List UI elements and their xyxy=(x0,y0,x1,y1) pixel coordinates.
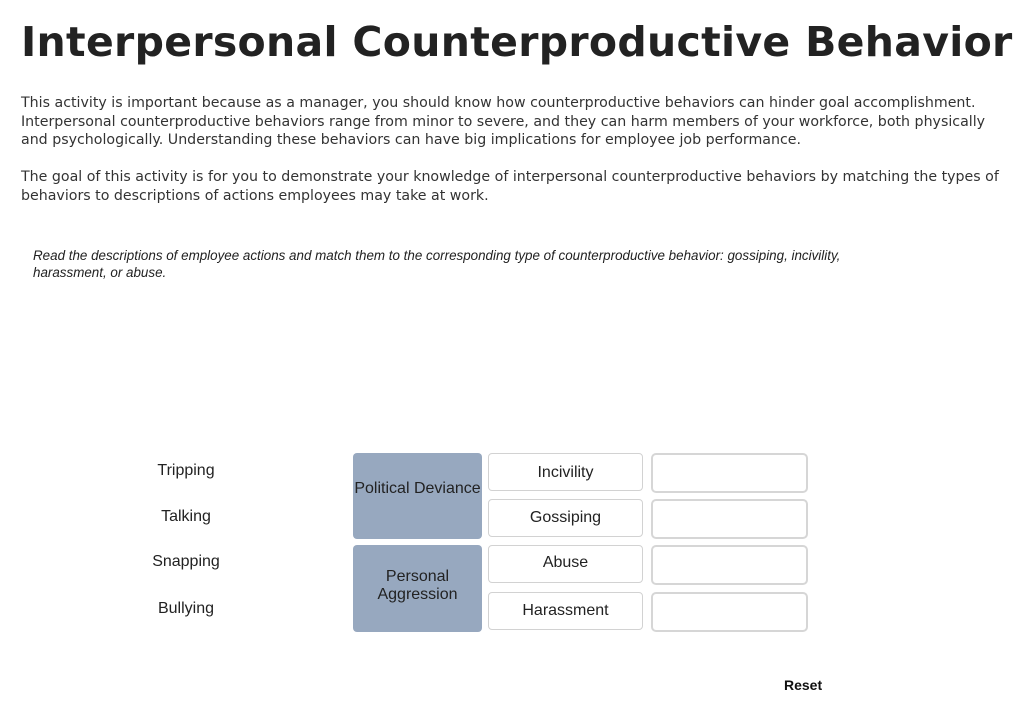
action-item-tripping[interactable]: Tripping xyxy=(126,462,246,480)
term-gossiping: Gossiping xyxy=(488,499,643,537)
category-political-deviance: Political Deviance xyxy=(353,453,482,539)
term-label: Incivility xyxy=(537,464,594,481)
term-label: Harassment xyxy=(522,602,609,619)
term-incivility: Incivility xyxy=(488,453,643,491)
term-label: Abuse xyxy=(542,554,589,571)
action-item-talking[interactable]: Talking xyxy=(126,508,246,526)
drop-target-harassment[interactable] xyxy=(651,592,808,632)
action-item-bullying[interactable]: Bullying xyxy=(126,600,246,618)
page-title: Interpersonal Counterproductive Behavior xyxy=(21,18,1013,66)
reset-button[interactable]: Reset xyxy=(784,677,822,693)
action-item-snapping[interactable]: Snapping xyxy=(126,553,246,571)
drop-target-gossiping[interactable] xyxy=(651,499,808,539)
category-personal-aggression: Personal Aggression xyxy=(353,545,482,632)
drop-target-abuse[interactable] xyxy=(651,545,808,585)
activity-instructions: Read the descriptions of employee action… xyxy=(33,248,841,280)
category-label: Personal Aggression xyxy=(377,567,458,603)
drop-target-incivility[interactable] xyxy=(651,453,808,493)
intro-paragraph-2: The goal of this activity is for you to … xyxy=(21,169,999,204)
term-harassment: Harassment xyxy=(488,592,643,630)
term-label: Gossiping xyxy=(529,509,602,526)
category-label: Political Deviance xyxy=(354,480,481,497)
intro-paragraph-1: This activity is important because as a … xyxy=(21,95,986,149)
term-abuse: Abuse xyxy=(488,545,643,583)
